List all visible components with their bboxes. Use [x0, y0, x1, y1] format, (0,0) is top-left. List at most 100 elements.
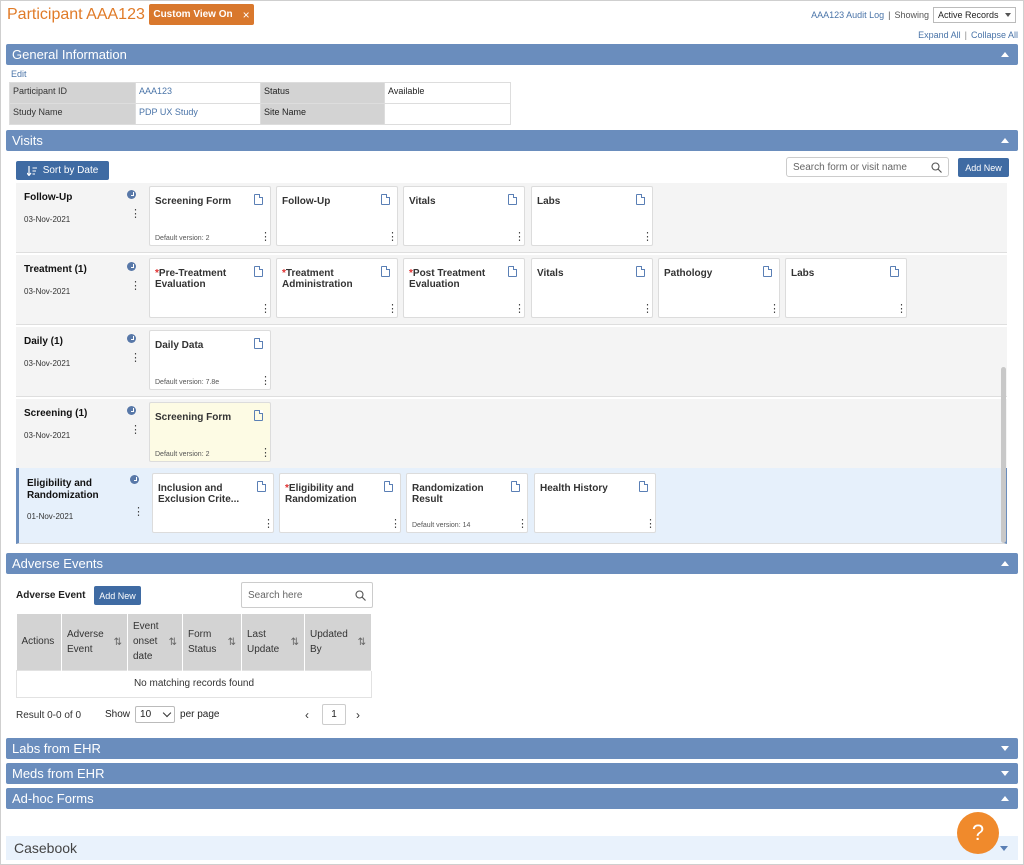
form-menu-icon[interactable]: ⋮ [645, 519, 656, 530]
form-menu-icon[interactable]: ⋮ [642, 232, 653, 243]
form-menu-icon[interactable]: ⋮ [260, 448, 271, 459]
clock-icon[interactable] [127, 262, 136, 271]
form-card[interactable]: *Pre-Treatment Evaluation ⋮ [149, 258, 271, 318]
sort-by-date-label: Sort by Date [42, 165, 99, 176]
participant-id-value[interactable]: AAA123 [135, 82, 261, 104]
form-version: Default version: 2 [155, 451, 210, 458]
collapse-icon[interactable] [1001, 138, 1009, 143]
form-card[interactable]: Screening Form Default version: 2 ⋮ [149, 402, 271, 462]
collapse-icon[interactable] [1001, 561, 1009, 566]
clock-icon[interactable] [127, 406, 136, 415]
form-card[interactable]: Labs ⋮ [785, 258, 907, 318]
general-info-header[interactable]: General Information [6, 44, 1018, 65]
form-menu-icon[interactable]: ⋮ [387, 232, 398, 243]
form-card[interactable]: *Treatment Administration ⋮ [276, 258, 398, 318]
form-card[interactable]: Health History ⋮ [534, 473, 656, 533]
meds-ehr-header[interactable]: Meds from EHR [6, 763, 1018, 784]
sort-by-date-button[interactable]: Sort by Date [16, 161, 109, 180]
visit-search-input[interactable]: Search form or visit name [786, 157, 949, 177]
form-menu-icon[interactable]: ⋮ [260, 232, 271, 243]
collapse-icon[interactable] [1001, 52, 1009, 57]
expand-all-link[interactable]: Expand All [918, 30, 961, 40]
form-menu-icon[interactable]: ⋮ [263, 519, 274, 530]
form-menu-icon[interactable]: ⋮ [514, 232, 525, 243]
form-menu-icon[interactable]: ⋮ [517, 519, 528, 530]
help-button[interactable]: ? [957, 812, 999, 854]
audit-log-link[interactable]: AAA123 Audit Log [811, 10, 884, 20]
visits-add-new-button[interactable]: Add New [958, 158, 1009, 177]
labs-ehr-header[interactable]: Labs from EHR [6, 738, 1018, 759]
adverse-event-label: Adverse Event [16, 590, 86, 601]
form-card[interactable]: Randomization Result Default version: 14… [406, 473, 528, 533]
form-card[interactable]: Inclusion and Exclusion Crite... ⋮ [152, 473, 274, 533]
showing-select[interactable]: Active Records [933, 7, 1016, 23]
sort-icon[interactable]: ⇅ [358, 635, 366, 650]
sort-icon[interactable]: ⇅ [169, 635, 177, 650]
form-card[interactable]: Screening Form Default version: 2 ⋮ [149, 186, 271, 246]
visit-row-treatment[interactable]: Treatment (1) 03-Nov-2021 ⋮ *Pre-Treatme… [16, 255, 1007, 325]
visit-row-follow-up[interactable]: Follow-Up 03-Nov-2021 ⋮ Screening Form D… [16, 183, 1007, 253]
form-menu-icon[interactable]: ⋮ [769, 304, 780, 315]
prev-page-icon[interactable]: ‹ [305, 708, 309, 722]
visit-menu-icon[interactable]: ⋮ [130, 281, 141, 292]
edit-link[interactable]: Edit [11, 69, 27, 79]
form-title-text: Eligibility and Randomization [285, 483, 357, 505]
column-header[interactable]: Event onset date ⇅ [127, 614, 183, 670]
form-menu-icon[interactable]: ⋮ [387, 304, 398, 315]
casebook-header[interactable]: Casebook [6, 836, 1018, 860]
adverse-add-new-button[interactable]: Add New [94, 586, 141, 605]
sort-icon[interactable]: ⇅ [291, 635, 299, 650]
expand-icon[interactable] [1000, 846, 1008, 851]
form-card[interactable]: Vitals ⋮ [403, 186, 525, 246]
study-name-value[interactable]: PDP UX Study [135, 103, 261, 125]
visits-scrollbar[interactable] [1001, 367, 1006, 543]
next-page-icon[interactable]: › [356, 708, 360, 722]
form-menu-icon[interactable]: ⋮ [390, 519, 401, 530]
form-menu-icon[interactable]: ⋮ [896, 304, 907, 315]
page-size-select[interactable]: 10 [135, 706, 176, 723]
form-menu-icon[interactable]: ⋮ [514, 304, 525, 315]
visit-row-daily[interactable]: Daily (1) 03-Nov-2021 ⋮ Daily Data Defau… [16, 327, 1007, 397]
page-number[interactable]: 1 [322, 704, 346, 725]
form-menu-icon[interactable]: ⋮ [260, 304, 271, 315]
form-card[interactable]: Daily Data Default version: 7.8e ⋮ [149, 330, 271, 390]
collapse-icon[interactable] [1001, 796, 1009, 801]
clock-icon[interactable] [130, 475, 139, 484]
visit-menu-icon[interactable]: ⋮ [133, 507, 144, 518]
visit-menu-icon[interactable]: ⋮ [130, 353, 141, 364]
form-menu-icon[interactable]: ⋮ [260, 376, 271, 387]
column-header[interactable]: Updated By ⇅ [304, 614, 372, 670]
visit-menu-icon[interactable]: ⋮ [130, 209, 141, 220]
expand-collapse-links: Expand All | Collapse All [918, 30, 1018, 40]
visits-header[interactable]: Visits [6, 130, 1018, 151]
show-label: Show [105, 709, 131, 720]
expand-icon[interactable] [1001, 771, 1009, 776]
visits-list[interactable]: Follow-Up 03-Nov-2021 ⋮ Screening Form D… [16, 183, 1008, 546]
adhoc-forms-header[interactable]: Ad-hoc Forms [6, 788, 1018, 809]
adverse-search-input[interactable]: Search here [241, 582, 373, 608]
visit-name: Eligibility and Randomization [27, 478, 99, 501]
clock-icon[interactable] [127, 190, 136, 199]
adverse-events-header[interactable]: Adverse Events [6, 553, 1018, 574]
form-menu-icon[interactable]: ⋮ [642, 304, 653, 315]
column-header[interactable]: Adverse Event ⇅ [61, 614, 128, 670]
form-card[interactable]: Pathology ⋮ [658, 258, 780, 318]
sort-icon[interactable]: ⇅ [114, 635, 122, 650]
custom-view-button[interactable]: Custom View On × [149, 4, 254, 25]
form-card[interactable]: Vitals ⋮ [531, 258, 653, 318]
column-header[interactable]: Form Status ⇅ [182, 614, 242, 670]
visit-menu-icon[interactable]: ⋮ [130, 425, 141, 436]
expand-icon[interactable] [1001, 746, 1009, 751]
clock-icon[interactable] [127, 334, 136, 343]
column-header[interactable]: Last Update ⇅ [241, 614, 305, 670]
participant-id-label: Participant ID [9, 82, 136, 104]
visit-row-eligibility[interactable]: Eligibility and Randomization 01-Nov-202… [16, 468, 1007, 544]
visit-row-screening[interactable]: Screening (1) 03-Nov-2021 ⋮ Screening Fo… [16, 399, 1007, 469]
collapse-all-link[interactable]: Collapse All [971, 30, 1018, 40]
form-card[interactable]: *Post Treatment Evaluation ⋮ [403, 258, 525, 318]
sort-icon[interactable]: ⇅ [228, 635, 236, 650]
form-card[interactable]: Follow-Up ⋮ [276, 186, 398, 246]
form-card[interactable]: *Eligibility and Randomization ⋮ [279, 473, 401, 533]
form-card[interactable]: Labs ⋮ [531, 186, 653, 246]
close-icon[interactable]: × [243, 8, 250, 22]
